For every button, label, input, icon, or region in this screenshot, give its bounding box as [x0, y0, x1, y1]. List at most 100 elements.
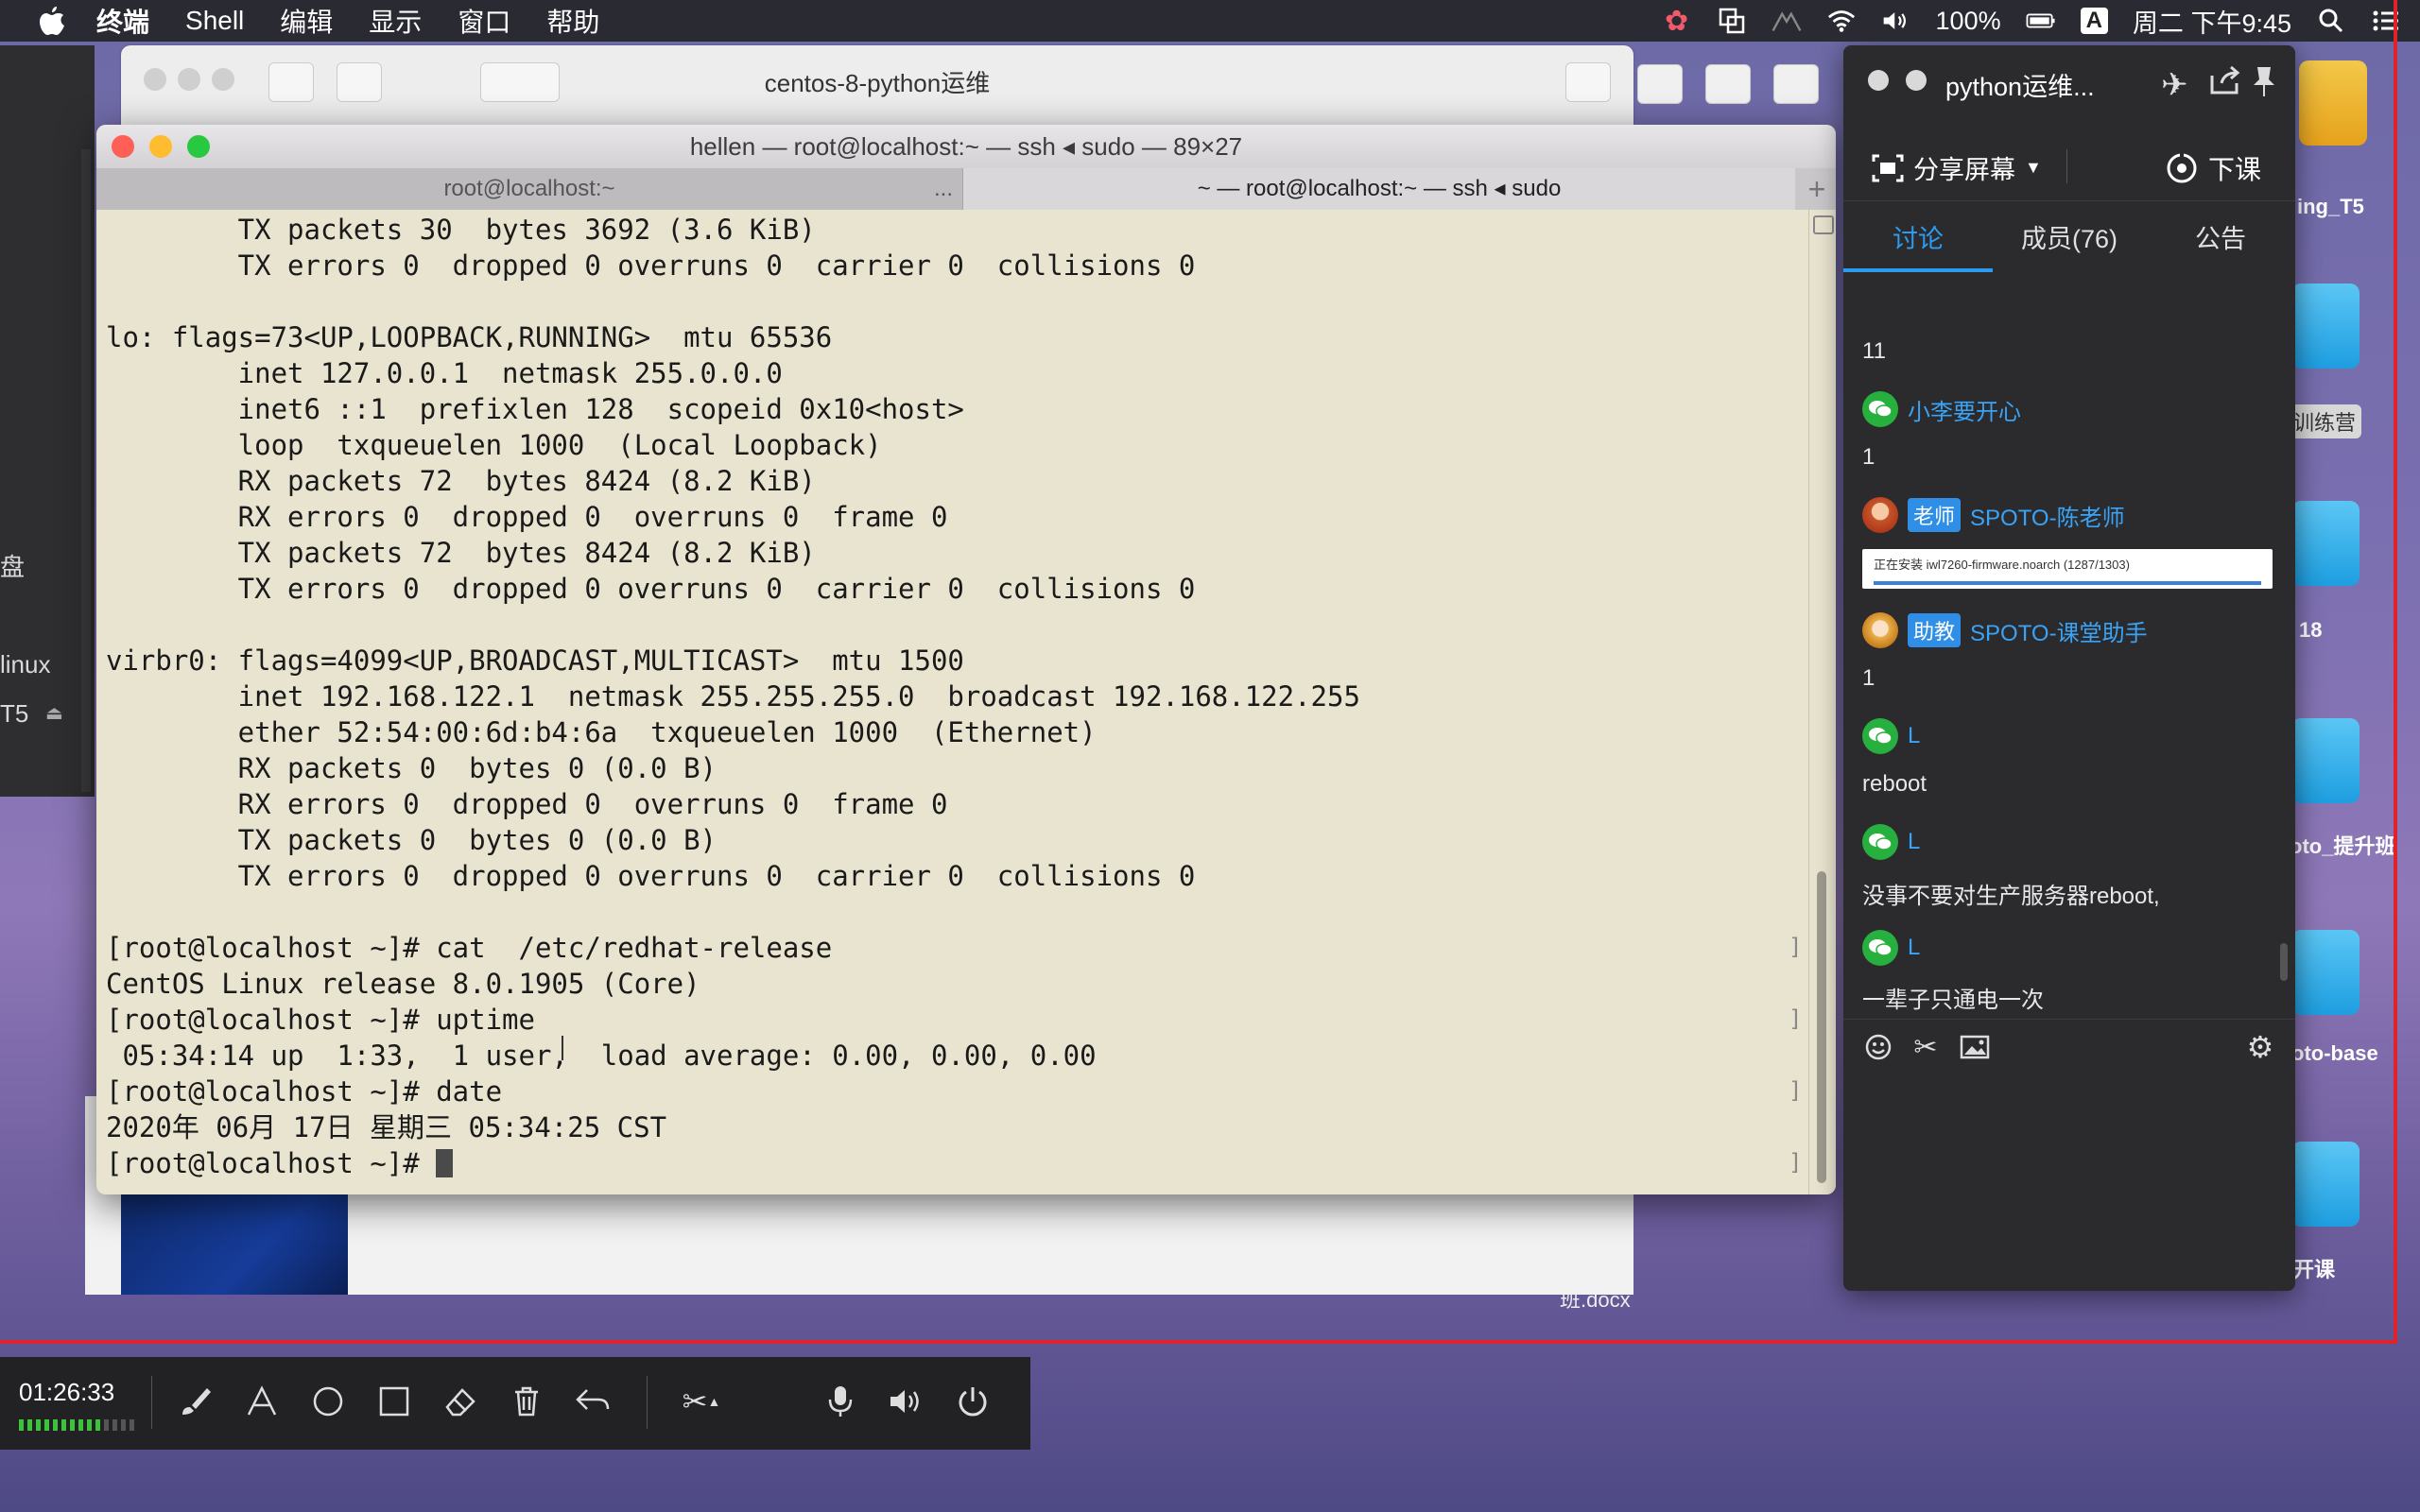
recording-timer: 01:26:33	[19, 1378, 115, 1406]
chat-scrollbar[interactable]	[2280, 943, 2288, 981]
desktop-folder[interactable]	[2291, 284, 2360, 369]
snapshot-button[interactable]	[1705, 64, 1751, 104]
rectangle-tool-icon[interactable]	[372, 1380, 416, 1423]
share-screen-button[interactable]: 分享屏幕 ▼	[1872, 149, 2042, 186]
terminal-tab-active[interactable]: ~ — root@localhost:~ — ssh ◂ sudo	[963, 168, 1795, 210]
minimize-dot[interactable]	[1906, 70, 1927, 91]
volume-icon[interactable]	[1881, 6, 1911, 36]
desktop-label: ing_T5	[2297, 195, 2364, 218]
pin-icon[interactable]	[2250, 64, 2278, 103]
chat-panel: python运维... ✈ 分享屏幕 ▼ 下课 讨论 成员(76) 公告 11 …	[1843, 45, 2295, 1291]
menu-bar: 终端 Shell 编辑 显示 窗口 帮助 ✿ 100% A 周二 下午9:45	[0, 0, 2420, 42]
image-icon[interactable]	[1959, 1031, 1991, 1063]
menu-help[interactable]: 帮助	[546, 2, 599, 40]
menu-edit[interactable]: 编辑	[280, 2, 333, 40]
share-out-icon[interactable]	[2208, 64, 2242, 101]
desktop-folder[interactable]	[2291, 718, 2360, 803]
toolbar-divider	[647, 1376, 648, 1429]
fullscreen-button[interactable]	[1565, 62, 1611, 102]
prompt-marker: ]	[1789, 1149, 1803, 1176]
terminal-tab-bar: root@localhost:~ ... ~ — root@localhost:…	[96, 168, 1836, 211]
eject-icon[interactable]: ⏏	[45, 701, 63, 725]
gear-icon[interactable]: ⚙	[2244, 1030, 2276, 1064]
desktop-label: oto-base	[2291, 1041, 2378, 1065]
screen-record-icon[interactable]	[1717, 6, 1747, 36]
chat-toolbar: 分享屏幕 ▼ 下课	[1843, 132, 2295, 201]
terminal-line: TX packets 30 bytes 3692 (3.6 KiB)	[106, 214, 816, 246]
speaker-icon[interactable]	[885, 1380, 928, 1423]
level-segment	[44, 1419, 49, 1431]
close-dot[interactable]	[1868, 70, 1889, 91]
level-segment	[95, 1419, 100, 1431]
input-method-indicator[interactable]: A	[2080, 8, 2108, 34]
terminal-output[interactable]: TX packets 30 bytes 3692 (3.6 KiB) TX er…	[96, 210, 1809, 1194]
terminal-line: loop txqueuelen 1000 (Local Loopback)	[106, 429, 882, 461]
power-ring-icon	[2167, 152, 2197, 183]
desktop-folder[interactable]	[2291, 1142, 2360, 1227]
microphone-icon[interactable]	[819, 1380, 862, 1423]
tab-overflow-indicator: ...	[933, 176, 953, 201]
apple-icon[interactable]	[36, 5, 68, 37]
mountain-app-icon[interactable]	[1772, 6, 1802, 36]
pause-button[interactable]	[1637, 64, 1683, 104]
brush-icon[interactable]	[174, 1380, 217, 1423]
sender-name: 小李要开心	[1908, 399, 2021, 425]
scissors-dropdown-icon[interactable]: ✂ ▲	[673, 1380, 730, 1423]
scissors-icon[interactable]: ✂	[1910, 1031, 1942, 1063]
menu-window[interactable]: 窗口	[458, 2, 510, 40]
terminal-line: [root@localhost ~]# date	[106, 1075, 503, 1108]
chat-message-list[interactable]: 11 小李要开心 1 老师 SPOTO-陈老师 正在安装 iwl7260-fir…	[1843, 282, 2295, 971]
undo-icon[interactable]	[571, 1380, 614, 1423]
desktop-folder[interactable]	[2291, 930, 2360, 1015]
menu-view[interactable]: 显示	[369, 2, 422, 40]
desktop-folder[interactable]	[2299, 60, 2367, 146]
terminal-line: RX errors 0 dropped 0 overruns 0 frame 0	[106, 788, 948, 820]
power-icon[interactable]	[951, 1380, 994, 1423]
terminal-window: hellen — root@localhost:~ — ssh ◂ sudo —…	[96, 125, 1836, 1194]
text-tool-icon[interactable]	[240, 1380, 284, 1423]
desktop-folder[interactable]	[2291, 501, 2360, 586]
wifi-icon[interactable]	[1826, 6, 1857, 36]
trash-icon[interactable]	[505, 1380, 548, 1423]
end-class-label: 下课	[2207, 155, 2261, 184]
emoji-icon[interactable]	[1862, 1031, 1894, 1063]
desktop-label: 训练营	[2288, 404, 2362, 438]
wechat-avatar-icon	[1862, 930, 1898, 966]
screen-share-icon	[1872, 154, 1904, 181]
left-partial-window: 盘 linux T5 ⏏	[0, 45, 95, 797]
terminal-scrollbar[interactable]	[1808, 210, 1836, 1194]
new-tab-button[interactable]: +	[1798, 168, 1836, 210]
left-window-text: linux	[0, 650, 51, 679]
settings-button[interactable]	[1773, 64, 1819, 104]
terminal-line: ether 52:54:00:6d:b4:6a txqueuelen 1000 …	[106, 716, 1097, 748]
terminal-titlebar[interactable]: hellen — root@localhost:~ — ssh ◂ sudo —…	[96, 125, 1836, 168]
chat-input-toolbar: ✂ ⚙	[1843, 1019, 2295, 1076]
terminal-tab-label: root@localhost:~	[443, 176, 615, 201]
terminal-line: [root@localhost ~]# uptime	[106, 1004, 535, 1036]
tab-members[interactable]: 成员(76)	[1995, 206, 2144, 272]
toolbar-divider	[2066, 149, 2067, 183]
send-plane-icon[interactable]: ✈	[2161, 66, 2188, 104]
terminal-line: inet6 ::1 prefixlen 128 scopeid 0x10<hos…	[106, 393, 964, 425]
menu-clock[interactable]: 周二 下午9:45	[2133, 3, 2291, 40]
terminal-tab[interactable]: root@localhost:~ ...	[96, 168, 963, 210]
chat-message: 没事不要对生产服务器reboot,	[1862, 884, 2160, 909]
battery-icon[interactable]	[2026, 6, 2056, 36]
chat-sender: L	[1862, 824, 1920, 860]
scrollbar-thumb[interactable]	[1817, 871, 1826, 1183]
menu-shell[interactable]: Shell	[185, 6, 244, 36]
eraser-icon[interactable]	[439, 1380, 482, 1423]
menu-app-terminal[interactable]: 终端	[96, 2, 149, 40]
tab-announcement[interactable]: 公告	[2146, 206, 2295, 272]
end-class-button[interactable]: 下课	[2165, 149, 2261, 187]
tab-discussion[interactable]: 讨论	[1843, 206, 1993, 272]
sender-name: SPOTO-课堂助手	[1970, 620, 2148, 646]
search-icon[interactable]	[2316, 6, 2346, 36]
wechat-avatar-icon	[1862, 824, 1898, 860]
flower-app-icon[interactable]: ✿	[1662, 6, 1692, 37]
left-window-text: T5	[0, 699, 29, 728]
chat-image-thumbnail[interactable]: 正在安装 iwl7260-firmware.noarch (1287/1303)	[1862, 549, 2273, 589]
terminal-line: 2020年 06月 17日 星期三 05:34:25 CST	[106, 1111, 667, 1143]
desktop-label: 18	[2299, 618, 2323, 642]
circle-tool-icon[interactable]	[306, 1380, 350, 1423]
